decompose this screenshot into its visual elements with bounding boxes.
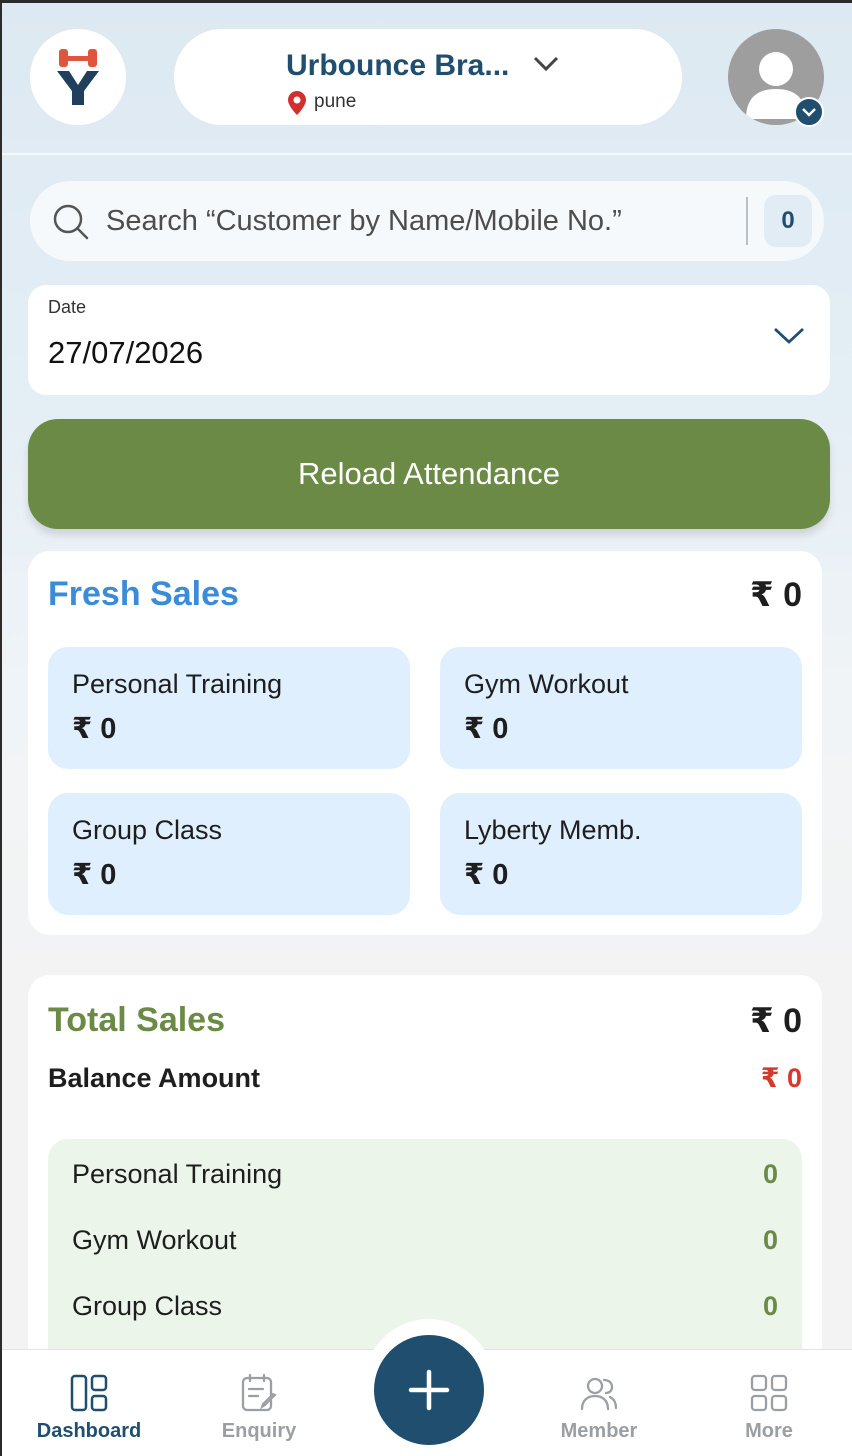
- search-divider: [746, 197, 748, 245]
- tile-label: Gym Workout: [464, 669, 629, 699]
- breakdown-value: 0: [762, 1159, 778, 1189]
- more-icon: [750, 1374, 788, 1412]
- fresh-sales-tile[interactable]: Gym Workout ₹ 0: [440, 647, 802, 769]
- location-pin-icon: [288, 91, 306, 115]
- breakdown-label: Gym Workout: [72, 1225, 237, 1255]
- breakdown-value: 0: [762, 1291, 778, 1321]
- total-sales-title: Total Sales: [48, 1001, 225, 1039]
- tile-value: ₹ 0: [72, 713, 117, 745]
- header: Urbounce Bra... pune: [2, 3, 852, 155]
- chevron-down-icon: [802, 108, 816, 117]
- fresh-sales-total: ₹ 0: [749, 576, 802, 614]
- date-value: 27/07/2026: [48, 335, 204, 370]
- tile-label: Group Class: [72, 815, 223, 845]
- search-input[interactable]: [106, 195, 736, 247]
- fresh-sales-tile[interactable]: Lyberty Memb. ₹ 0: [440, 793, 802, 915]
- breakdown-value: 0: [762, 1225, 778, 1255]
- nav-label: Member: [560, 1420, 638, 1442]
- avatar-dropdown-badge[interactable]: [794, 97, 824, 127]
- tile-label: Lyberty Memb.: [464, 815, 642, 845]
- search-count-badge: 0: [764, 195, 812, 247]
- fresh-sales-tile[interactable]: Group Class ₹ 0: [48, 793, 410, 915]
- add-button[interactable]: [374, 1335, 484, 1445]
- balance-amount-value: ₹ 0: [760, 1063, 802, 1093]
- chevron-down-icon: [533, 56, 559, 72]
- tile-value: ₹ 0: [464, 859, 509, 891]
- nav-item-more[interactable]: More: [694, 1350, 844, 1456]
- nav-item-enquiry[interactable]: Enquiry: [184, 1350, 334, 1456]
- breakdown-label: Group Class: [72, 1291, 223, 1321]
- breakdown-label: Personal Training: [72, 1159, 283, 1189]
- branch-selector[interactable]: Urbounce Bra... pune: [174, 29, 682, 125]
- total-sales-total: ₹ 0: [749, 1002, 802, 1040]
- tile-value: ₹ 0: [464, 713, 509, 745]
- list-item: Personal Training 0: [72, 1159, 778, 1199]
- nav-label: Dashboard: [36, 1420, 142, 1442]
- app-screen: Urbounce Bra... pune Search “Customer by…: [0, 0, 852, 1456]
- enquiry-icon: [241, 1373, 277, 1412]
- tile-label: Personal Training: [72, 669, 283, 699]
- nav-label: More: [745, 1420, 793, 1442]
- nav-label: Enquiry: [221, 1420, 297, 1442]
- member-icon: [580, 1377, 618, 1411]
- app-logo: [30, 29, 126, 125]
- nav-item-dashboard[interactable]: Dashboard: [14, 1350, 164, 1456]
- branch-location: pune: [314, 91, 357, 112]
- reload-attendance-button[interactable]: Reload Attendance: [28, 419, 830, 529]
- chevron-down-icon: [774, 327, 804, 344]
- fresh-sales-tile[interactable]: Personal Training ₹ 0: [48, 647, 410, 769]
- fresh-sales-card: Fresh Sales ₹ 0 Personal Training ₹ 0 Gy…: [28, 551, 822, 935]
- plus-icon: [408, 1369, 450, 1411]
- date-label: Date: [48, 297, 87, 317]
- search-icon: [53, 204, 89, 240]
- branch-name: Urbounce Bra...: [286, 49, 510, 82]
- date-picker[interactable]: Date 27/07/2026: [28, 285, 830, 395]
- dumbbell-logo-icon: [57, 49, 99, 105]
- tile-value: ₹ 0: [72, 859, 117, 891]
- search-bar: 0: [30, 181, 824, 261]
- nav-item-member[interactable]: Member: [524, 1350, 674, 1456]
- fresh-sales-title: Fresh Sales: [48, 575, 239, 613]
- list-item: Gym Workout 0: [72, 1225, 778, 1265]
- balance-amount-label: Balance Amount: [48, 1063, 261, 1093]
- dashboard-icon: [70, 1374, 108, 1412]
